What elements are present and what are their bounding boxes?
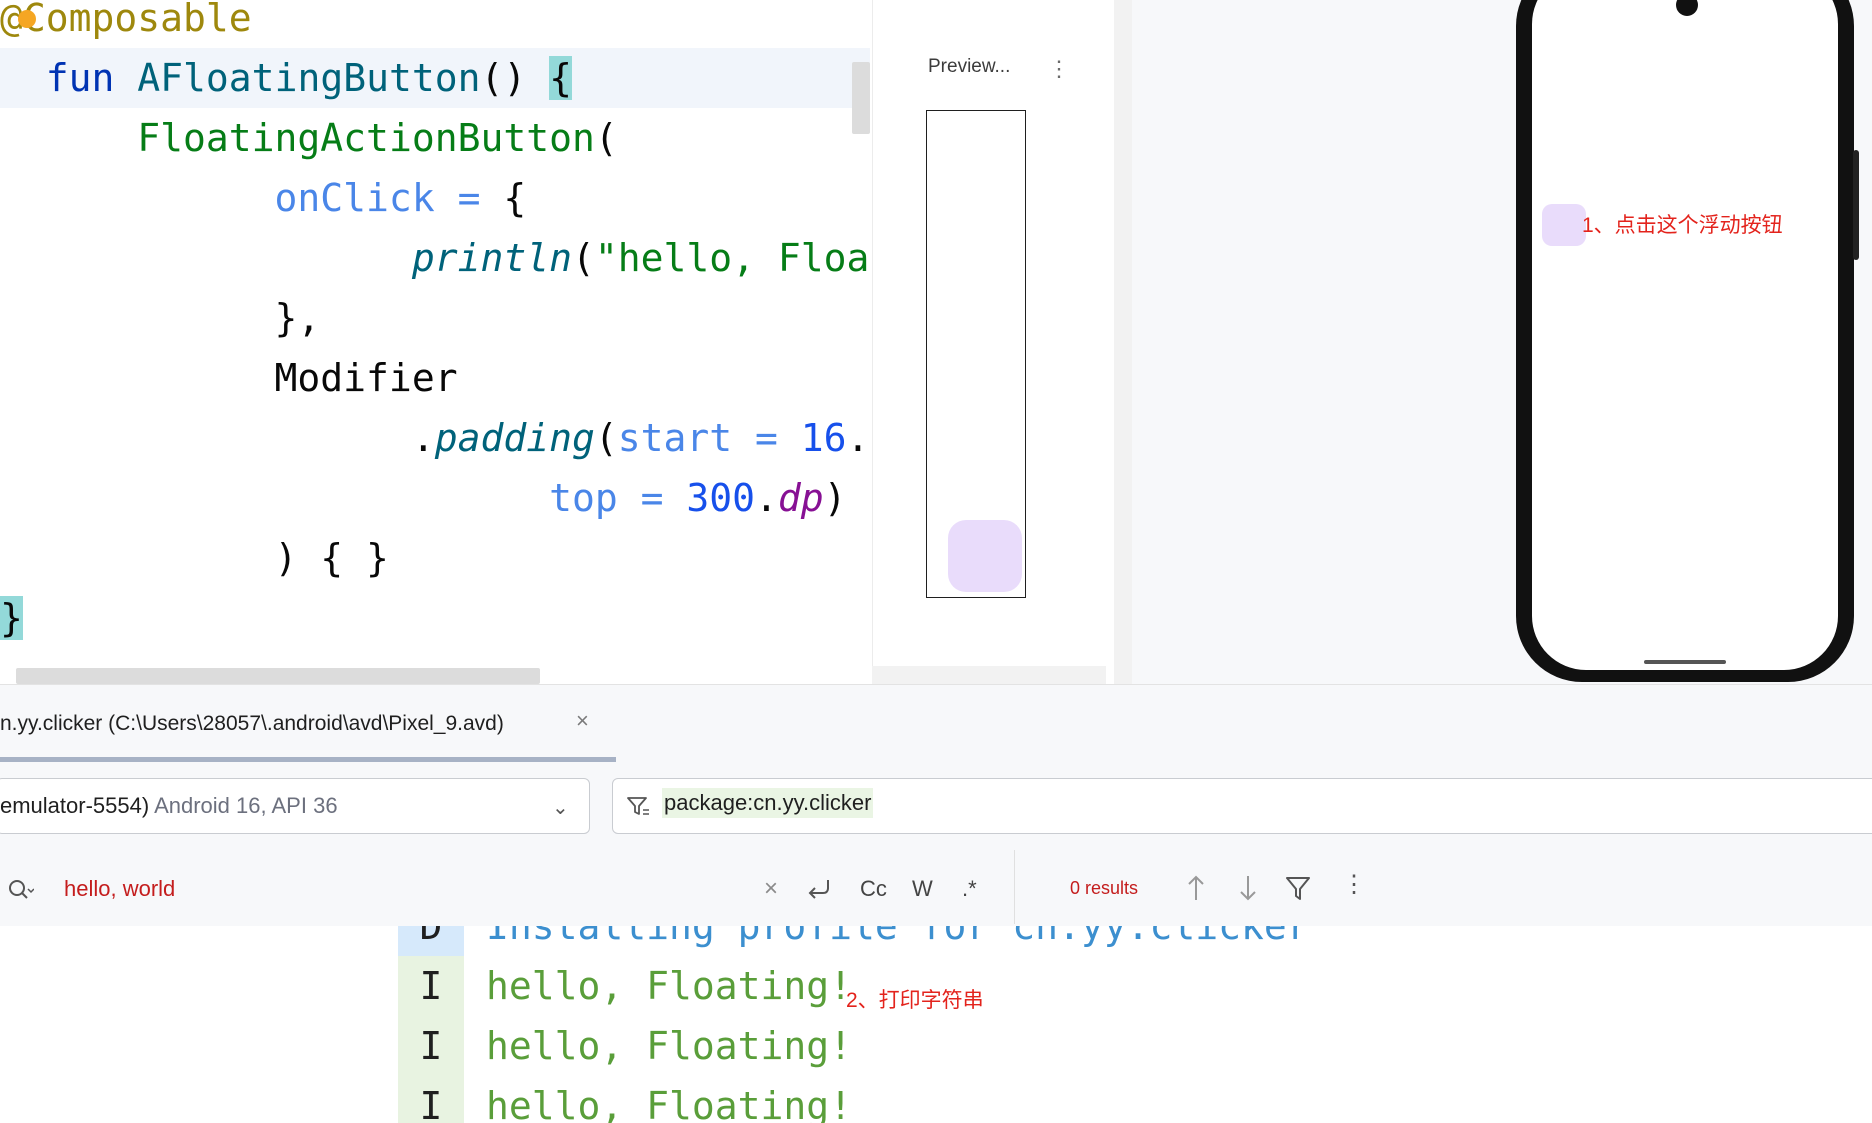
preview-more-icon[interactable]: ⋮: [1048, 54, 1070, 84]
device-selector-label: emulator-5554) Android 16, API 36: [0, 793, 338, 819]
close-tab-icon[interactable]: ×: [576, 708, 589, 734]
dp-extension: dp: [777, 476, 824, 520]
log-level-badge: I: [398, 956, 464, 1016]
code-line-2: fun AFloatingButton() {: [0, 48, 572, 108]
whole-word-toggle[interactable]: W: [912, 876, 933, 902]
code-editor[interactable]: @Composable fun AFloatingButton() { Floa…: [0, 0, 870, 684]
run-tab-label[interactable]: n.yy.clicker (C:\Users\28057\.android\av…: [0, 712, 504, 736]
println-call: println: [411, 236, 572, 280]
phone-screen[interactable]: [1532, 0, 1838, 670]
code-line-11: }: [0, 588, 23, 648]
floating-action-button[interactable]: [1542, 204, 1586, 246]
logcat-output[interactable]: D Installing profile for cn.yy.clicker I…: [0, 926, 1872, 1123]
keyword-fun: fun: [45, 56, 115, 100]
param-top: top: [549, 476, 618, 520]
log-message: Installing profile for cn.yy.clicker: [486, 926, 1310, 948]
padding-call: padding: [434, 416, 595, 460]
panel-divider[interactable]: [1114, 0, 1132, 684]
editor-vertical-scrollbar[interactable]: [852, 62, 870, 134]
padding-close: ): [823, 476, 847, 520]
number-16: 16: [800, 416, 847, 460]
lambda-brace: {: [503, 176, 527, 220]
match-case-toggle[interactable]: Cc: [860, 876, 887, 902]
search-results-count: 0 results: [1070, 878, 1139, 898]
chevron-down-icon[interactable]: ⌄: [552, 795, 569, 820]
search-more-icon[interactable]: ⋮: [1342, 870, 1366, 899]
phone-side-button: [1853, 150, 1859, 260]
param-eq: =: [434, 176, 504, 220]
log-level-badge: I: [398, 1016, 464, 1076]
code-line-5: println("hello, Floating!"): [0, 228, 870, 288]
log-level-badge: I: [398, 1076, 464, 1123]
code-line-4: onClick = {: [0, 168, 527, 228]
content-lambda: ) { }: [274, 536, 389, 580]
code-line-10: ) { }: [0, 528, 389, 588]
regex-toggle[interactable]: .*: [962, 876, 977, 902]
dot: .: [846, 416, 870, 460]
param-onclick: onClick: [274, 176, 435, 220]
param-eq: =: [732, 416, 801, 460]
search-icon[interactable]: [6, 876, 34, 904]
fab-call: FloatingActionButton: [137, 116, 595, 160]
code-line-1: @Composable: [0, 0, 252, 48]
param-eq: =: [617, 476, 687, 520]
preview-floating-button: [948, 520, 1022, 592]
clear-search-icon[interactable]: ×: [764, 875, 778, 903]
function-parens: (): [480, 56, 550, 100]
dot: .: [411, 416, 435, 460]
code-line-6: },: [0, 288, 321, 348]
lambda-close: },: [274, 296, 321, 340]
log-message: hello, Floating!: [486, 1024, 853, 1068]
arrow-down-icon[interactable]: [1236, 872, 1260, 904]
println-open: (: [571, 236, 595, 280]
search-bar: [0, 848, 1872, 927]
device-details: Android 16, API 36: [149, 793, 338, 818]
padding-open: (: [594, 416, 618, 460]
home-indicator[interactable]: [1644, 660, 1726, 664]
param-start: start: [617, 416, 733, 460]
intention-bulb-icon[interactable]: [18, 10, 36, 28]
modifier-text: Modifier: [274, 356, 458, 400]
arrow-up-icon[interactable]: [1184, 872, 1208, 904]
search-separator: [1014, 850, 1015, 924]
funnel-icon[interactable]: [1284, 874, 1312, 902]
dot: .: [755, 476, 778, 520]
filter-icon[interactable]: [624, 792, 652, 820]
code-line-3: FloatingActionButton(: [0, 108, 618, 168]
log-message: hello, Floating!: [486, 964, 853, 1008]
search-input[interactable]: hello, world: [64, 876, 175, 902]
dp-extension: dp: [869, 416, 870, 460]
function-name: AFloatingButton: [137, 56, 481, 100]
log-level-badge: D: [398, 926, 464, 956]
log-message: hello, Floating!: [486, 1084, 853, 1123]
number-300: 300: [686, 476, 755, 520]
annotation-print-string: 2、打印字符串: [846, 989, 984, 1012]
fab-paren: (: [594, 116, 618, 160]
device-name: emulator-5554): [0, 793, 150, 818]
string-literal: "hello, Floating!": [594, 236, 870, 280]
soft-wrap-icon[interactable]: [804, 874, 834, 904]
code-line-7: Modifier: [0, 348, 458, 408]
open-brace-highlight: {: [549, 56, 572, 100]
preview-title[interactable]: Preview...: [928, 56, 1010, 78]
preview-scrollbar[interactable]: [872, 666, 1106, 684]
code-line-8: .padding(start = 16.dp,: [0, 408, 870, 468]
editor-horizontal-scrollbar[interactable]: [16, 668, 540, 684]
annotation-click-fab: 1、点击这个浮动按钮: [1582, 214, 1783, 237]
code-line-9: top = 300.dp): [0, 468, 847, 528]
close-brace-highlight: }: [0, 596, 23, 640]
annotation-text: @Composable: [0, 0, 252, 40]
filter-query: package:cn.yy.clicker: [662, 788, 874, 818]
